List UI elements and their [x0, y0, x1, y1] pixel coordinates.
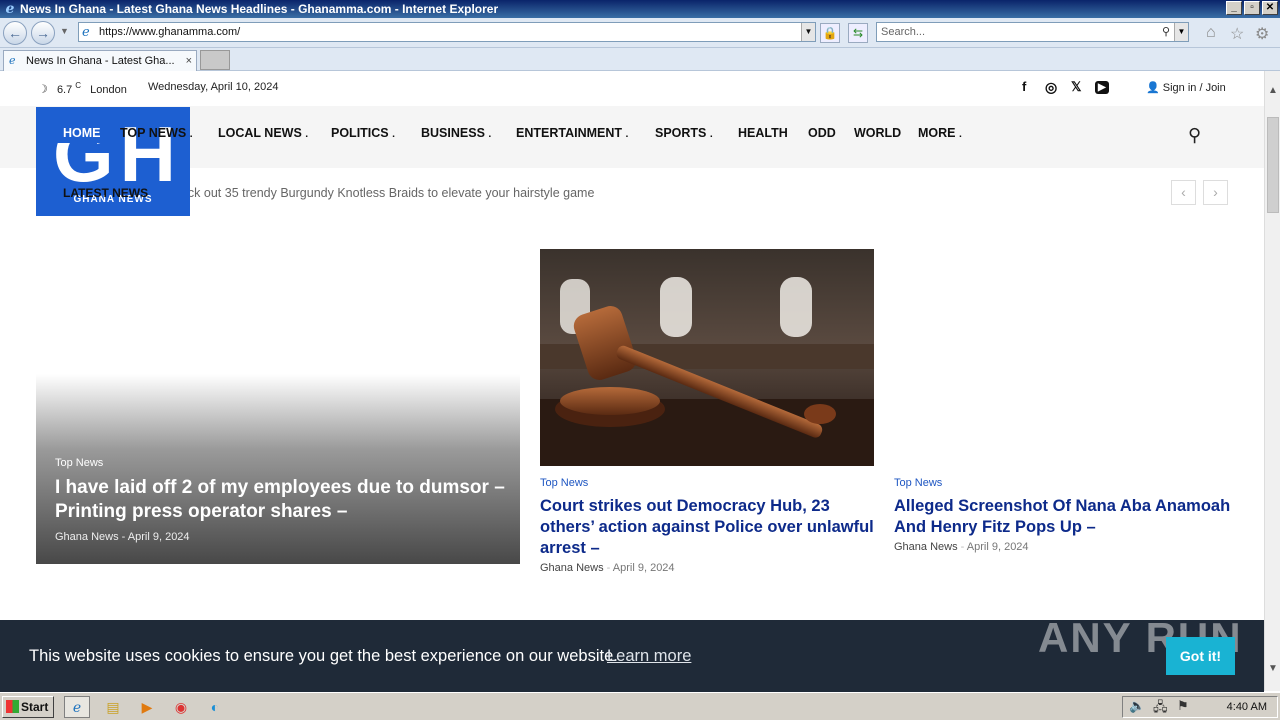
- menu-home[interactable]: HOME: [56, 123, 108, 143]
- x-icon[interactable]: 𝕏: [1071, 79, 1081, 95]
- new-tab-button[interactable]: [200, 50, 230, 70]
- close-button[interactable]: ✕: [1262, 1, 1278, 15]
- weather-city: London: [90, 83, 127, 96]
- ticker-prev-button[interactable]: ‹: [1171, 180, 1196, 205]
- history-dropdown-icon[interactable]: ▼: [60, 26, 69, 36]
- card-category[interactable]: Top News: [894, 477, 942, 489]
- maximize-button[interactable]: ▫: [1244, 1, 1260, 15]
- favorites-star-icon[interactable]: ☆: [1230, 24, 1244, 44]
- menu-sports[interactable]: SPORTS .: [655, 126, 713, 140]
- volume-icon[interactable]: 🔈: [1129, 698, 1145, 714]
- current-date: Wednesday, April 10, 2024: [148, 81, 279, 93]
- gavel-image[interactable]: [540, 249, 874, 466]
- ie-logo-icon: e: [5, 1, 15, 17]
- card-category[interactable]: Top News: [540, 477, 588, 489]
- card-date: April 9, 2024: [612, 562, 675, 574]
- facebook-icon[interactable]: f: [1022, 79, 1026, 94]
- taskbar-edge-icon[interactable]: ◐: [202, 696, 228, 718]
- tab-ie-icon: e: [9, 54, 16, 67]
- taskbar-chrome-icon[interactable]: ◉: [168, 696, 194, 718]
- ticker-label: LATEST NEWS: [63, 186, 149, 200]
- tab-close-icon[interactable]: ×: [186, 51, 192, 71]
- ticker-next-button[interactable]: ›: [1203, 180, 1228, 205]
- search-icon[interactable]: ⚲: [1162, 23, 1170, 41]
- featured-meta: Ghana News - April 9, 2024: [55, 531, 190, 543]
- menu-world[interactable]: WORLD: [854, 126, 901, 140]
- cookie-message: This website uses cookies to ensure you …: [29, 647, 618, 665]
- card-date: April 9, 2024: [966, 541, 1029, 553]
- back-button[interactable]: ←: [3, 21, 27, 45]
- scroll-thumb[interactable]: [1267, 117, 1279, 213]
- taskbar-media-player-icon[interactable]: ▶: [134, 696, 160, 718]
- card-meta: Ghana News - April 9, 2024: [894, 541, 1029, 553]
- page-scrollbar[interactable]: ▲ ▼: [1264, 71, 1280, 691]
- tools-gear-icon[interactable]: ⚙: [1255, 24, 1269, 44]
- cookie-learn-more-link[interactable]: Learn more: [607, 647, 691, 666]
- window-title-bar: e News In Ghana - Latest Ghana News Head…: [0, 0, 1280, 18]
- address-dropdown-icon[interactable]: ▼: [801, 23, 815, 41]
- menu-top-news[interactable]: TOP NEWS .: [120, 126, 193, 140]
- window-title: News In Ghana - Latest Ghana News Headli…: [20, 2, 499, 16]
- scroll-up-icon[interactable]: ▲: [1265, 85, 1280, 101]
- windows-taskbar: Start e ▤ ▶ ◉ ◐ 🔈 🖧 ⚑ 4:40 AM: [0, 692, 1280, 720]
- home-icon[interactable]: ⌂: [1206, 24, 1216, 42]
- cookie-banner: This website uses cookies to ensure you …: [0, 614, 1264, 692]
- search-dropdown-icon[interactable]: ▼: [1174, 23, 1188, 41]
- taskbar-explorer-icon[interactable]: ▤: [100, 696, 126, 718]
- start-button[interactable]: Start: [2, 696, 54, 718]
- taskbar-ie-icon[interactable]: e: [64, 696, 90, 718]
- card-meta: Ghana News - April 9, 2024: [540, 562, 675, 574]
- weather-unit: C: [75, 81, 82, 90]
- instagram-icon[interactable]: ◎: [1045, 79, 1057, 96]
- scroll-down-icon[interactable]: ▼: [1265, 663, 1280, 679]
- tab-title[interactable]: News In Ghana - Latest Gha...: [26, 55, 175, 67]
- weather-widget: ☽ 6.7 C London: [38, 81, 127, 96]
- sign-in-label[interactable]: Sign in / Join: [1163, 82, 1226, 94]
- menu-local-news[interactable]: LOCAL NEWS .: [218, 126, 308, 140]
- minimize-button[interactable]: _: [1226, 1, 1242, 15]
- menu-entertainment[interactable]: ENTERTAINMENT .: [516, 126, 628, 140]
- menu-politics[interactable]: POLITICS .: [331, 126, 395, 140]
- card-title[interactable]: Court strikes out Democracy Hub, 23 othe…: [540, 496, 874, 559]
- address-bar[interactable]: e https://www.ghanamma.com/ ▼: [78, 22, 816, 42]
- menu-odd[interactable]: ODD: [808, 126, 836, 140]
- card-author[interactable]: Ghana News: [894, 541, 958, 553]
- menu-health[interactable]: HEALTH: [738, 126, 788, 140]
- action-center-flag-icon[interactable]: ⚑: [1177, 698, 1189, 714]
- system-clock[interactable]: 4:40 AM: [1227, 697, 1267, 717]
- page-icon: e: [82, 25, 90, 40]
- forward-button[interactable]: →: [31, 21, 55, 45]
- lock-icon[interactable]: 🔒: [820, 23, 840, 43]
- featured-article[interactable]: Top News I have laid off 2 of my employe…: [36, 249, 520, 564]
- web-page: ☽ 6.7 C London Wednesday, April 10, 2024…: [0, 71, 1264, 620]
- youtube-icon[interactable]: ▶: [1095, 81, 1109, 94]
- card-author[interactable]: Ghana News: [540, 562, 604, 574]
- sign-in-link[interactable]: 👤 Sign in / Join: [1146, 81, 1226, 94]
- tab-row: e News In Ghana - Latest Gha... ×: [0, 48, 1280, 71]
- network-icon[interactable]: 🖧: [1153, 698, 1168, 720]
- featured-title[interactable]: I have laid off 2 of my employees due to…: [55, 476, 505, 524]
- menu-more[interactable]: MORE .: [918, 126, 962, 140]
- user-icon: 👤: [1146, 82, 1160, 94]
- weather-temp: 6.7: [56, 83, 73, 96]
- start-label: Start: [21, 700, 49, 714]
- system-tray: 🔈 🖧 ⚑ 4:40 AM: [1122, 696, 1278, 718]
- refresh-icon[interactable]: ⇆: [848, 23, 868, 43]
- ticker-headline[interactable]: Check out 35 trendy Burgundy Knotless Br…: [165, 186, 594, 200]
- featured-author[interactable]: Ghana News: [55, 531, 119, 543]
- site-search-icon[interactable]: ⚲: [1188, 125, 1201, 146]
- featured-category[interactable]: Top News: [55, 457, 103, 469]
- menu-business[interactable]: BUSINESS .: [421, 126, 491, 140]
- windows-logo-icon: [6, 700, 19, 713]
- card-title[interactable]: Alleged Screenshot Of Nana Aba Anamoah A…: [894, 496, 1234, 538]
- cookie-accept-button[interactable]: Got it!: [1166, 637, 1235, 675]
- browser-search-input[interactable]: Search... ⚲ ▼: [876, 22, 1189, 42]
- address-url[interactable]: https://www.ghanamma.com/: [99, 26, 240, 38]
- search-placeholder: Search...: [881, 26, 926, 38]
- browser-tab[interactable]: e News In Ghana - Latest Gha... ×: [3, 50, 197, 71]
- site-top-bar: ☽ 6.7 C London Wednesday, April 10, 2024…: [0, 71, 1264, 106]
- featured-date: April 9, 2024: [127, 531, 190, 543]
- moon-icon: ☽: [38, 83, 48, 96]
- browser-nav-bar: ← → ▼ e https://www.ghanamma.com/ ▼ 🔒 ⇆ …: [0, 18, 1280, 48]
